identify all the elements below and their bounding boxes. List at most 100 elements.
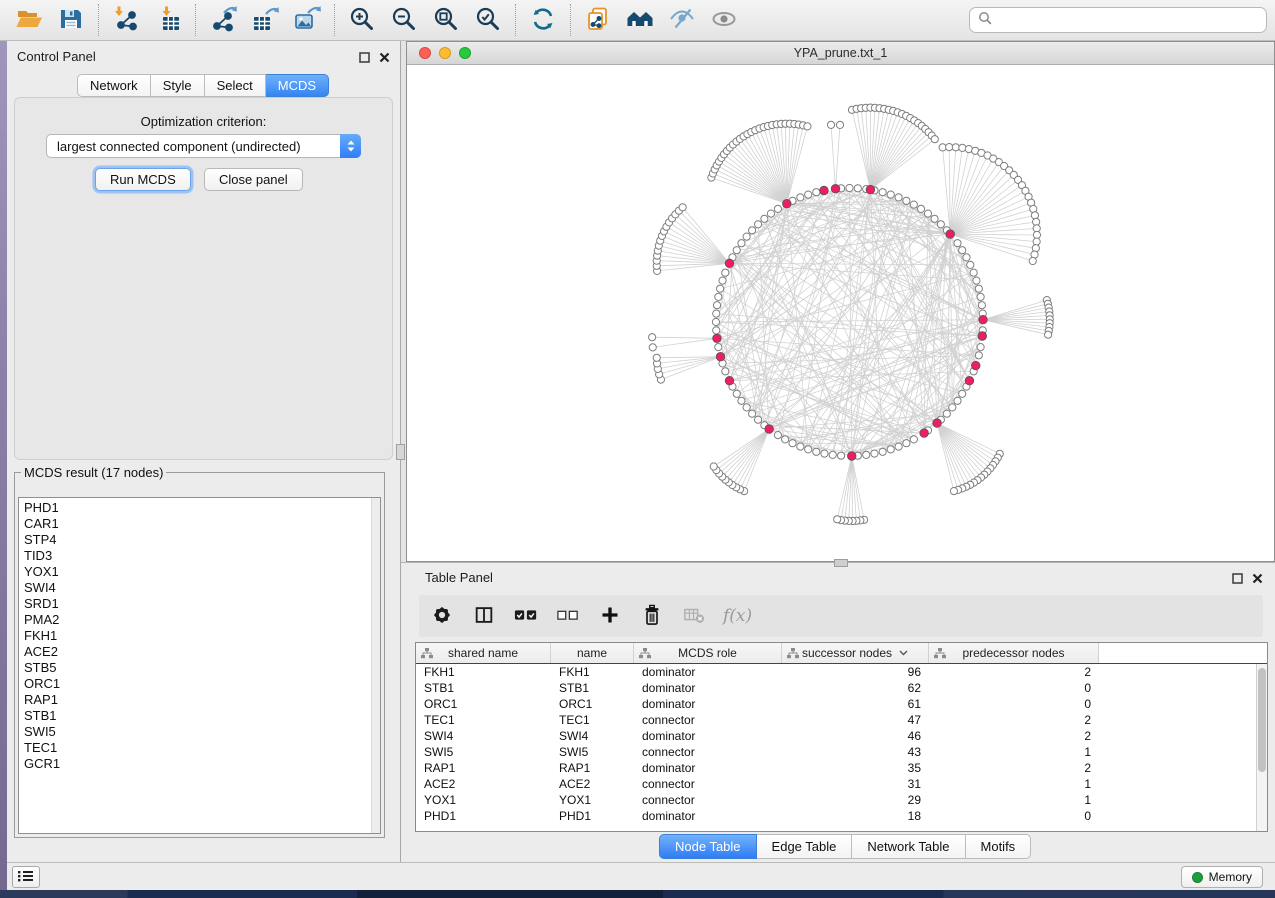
network-node[interactable] [821, 450, 828, 457]
tab-node-table[interactable]: Node Table [659, 834, 757, 859]
network-node[interactable] [722, 269, 729, 276]
network-node[interactable] [774, 205, 781, 212]
network-node[interactable] [754, 221, 761, 228]
float-panel-button[interactable] [1232, 571, 1243, 589]
mcds-node[interactable] [920, 429, 929, 438]
network-node[interactable] [713, 327, 720, 334]
mcds-result-item[interactable]: STP4 [19, 532, 380, 548]
mcds-node[interactable] [783, 199, 792, 208]
zoom-fit-button[interactable] [425, 2, 467, 38]
table-row[interactable]: ORC1ORC1dominator610 [416, 696, 1256, 712]
network-node[interactable] [834, 516, 841, 523]
network-node[interactable] [887, 191, 894, 198]
column-header[interactable]: MCDS role [634, 643, 782, 663]
table-row[interactable]: SWI4SWI4dominator462 [416, 728, 1256, 744]
network-node[interactable] [782, 436, 789, 443]
network-node[interactable] [733, 247, 740, 254]
table-row[interactable]: ACE2ACE2connector311 [416, 776, 1256, 792]
network-node[interactable] [917, 205, 924, 212]
network-node[interactable] [959, 247, 966, 254]
export-table-button[interactable] [244, 2, 286, 38]
network-node[interactable] [679, 204, 686, 211]
tab-network[interactable]: Network [77, 74, 151, 97]
network-node[interactable] [719, 277, 726, 284]
deselect-all-button[interactable] [555, 602, 581, 630]
network-node[interactable] [749, 227, 756, 234]
network-node[interactable] [1029, 257, 1036, 264]
network-node[interactable] [743, 233, 750, 240]
network-node[interactable] [887, 446, 894, 453]
network-node[interactable] [959, 144, 966, 151]
mcds-result-item[interactable]: CAR1 [19, 516, 380, 532]
table-row[interactable]: YOX1YOX1connector291 [416, 792, 1256, 808]
table-panel-divider-handle[interactable] [834, 559, 848, 567]
network-node[interactable] [761, 215, 768, 222]
tab-mcds[interactable]: MCDS [266, 74, 329, 97]
table-row[interactable]: TEC1TEC1connector472 [416, 712, 1256, 728]
network-node[interactable] [738, 397, 745, 404]
log-console-button[interactable] [12, 866, 40, 888]
save-session-button[interactable] [50, 2, 92, 38]
network-node[interactable] [829, 451, 836, 458]
network-node[interactable] [649, 334, 656, 341]
open-file-button[interactable] [8, 2, 50, 38]
mcds-node[interactable] [965, 376, 974, 385]
network-node[interactable] [715, 293, 722, 300]
mcds-result-item[interactable]: SWI4 [19, 580, 380, 596]
network-node[interactable] [879, 189, 886, 196]
mcds-node[interactable] [725, 259, 734, 268]
network-node[interactable] [1033, 238, 1040, 245]
tab-style[interactable]: Style [151, 74, 205, 97]
mcds-node[interactable] [971, 361, 980, 370]
network-node[interactable] [977, 344, 984, 351]
table-row[interactable]: RAP1RAP1dominator352 [416, 760, 1256, 776]
network-node[interactable] [653, 354, 660, 361]
mcds-result-item[interactable]: FKH1 [19, 628, 380, 644]
criterion-dropdown[interactable]: largest connected component (undirected) [46, 134, 361, 158]
import-network-button[interactable] [105, 2, 147, 38]
mcds-node[interactable] [725, 376, 734, 385]
network-node[interactable] [846, 184, 853, 191]
column-header[interactable]: name [551, 643, 634, 663]
table-row[interactable]: STB1STB1dominator620 [416, 680, 1256, 696]
mcds-result-item[interactable]: SWI5 [19, 724, 380, 740]
tab-motifs[interactable]: Motifs [966, 834, 1032, 859]
tab-select[interactable]: Select [205, 74, 266, 97]
network-node[interactable] [937, 221, 944, 228]
network-node[interactable] [717, 285, 724, 292]
column-layout-button[interactable] [471, 602, 497, 630]
network-node[interactable] [975, 352, 982, 359]
network-node[interactable] [967, 261, 974, 268]
zoom-out-button[interactable] [383, 2, 425, 38]
mcds-result-item[interactable]: RAP1 [19, 692, 380, 708]
network-node[interactable] [895, 194, 902, 201]
network-node[interactable] [854, 185, 861, 192]
refresh-view-button[interactable] [522, 2, 564, 38]
network-node[interactable] [712, 318, 719, 325]
network-node[interactable] [713, 310, 720, 317]
first-neighbors-button[interactable] [619, 2, 661, 38]
network-window-titlebar[interactable]: YPA_prune.txt_1 [407, 42, 1274, 65]
zoom-selected-button[interactable] [467, 2, 509, 38]
mcds-node[interactable] [866, 185, 875, 194]
network-node[interactable] [943, 410, 950, 417]
network-node[interactable] [871, 450, 878, 457]
hide-selected-button[interactable] [661, 2, 703, 38]
network-node[interactable] [978, 302, 985, 309]
close-panel-action-button[interactable]: Close panel [204, 168, 303, 191]
mcds-node[interactable] [820, 186, 829, 195]
network-node[interactable] [733, 390, 740, 397]
network-canvas[interactable] [407, 65, 1274, 561]
close-panel-button[interactable] [379, 50, 390, 68]
network-node[interactable] [649, 344, 656, 351]
network-node[interactable] [805, 191, 812, 198]
zoom-in-button[interactable] [341, 2, 383, 38]
network-node[interactable] [797, 194, 804, 201]
network-node[interactable] [767, 210, 774, 217]
clone-network-button[interactable] [577, 2, 619, 38]
mcds-node[interactable] [979, 315, 988, 324]
network-node[interactable] [973, 277, 980, 284]
network-node[interactable] [749, 410, 756, 417]
search-input[interactable] [998, 12, 1258, 29]
network-node[interactable] [963, 254, 970, 261]
